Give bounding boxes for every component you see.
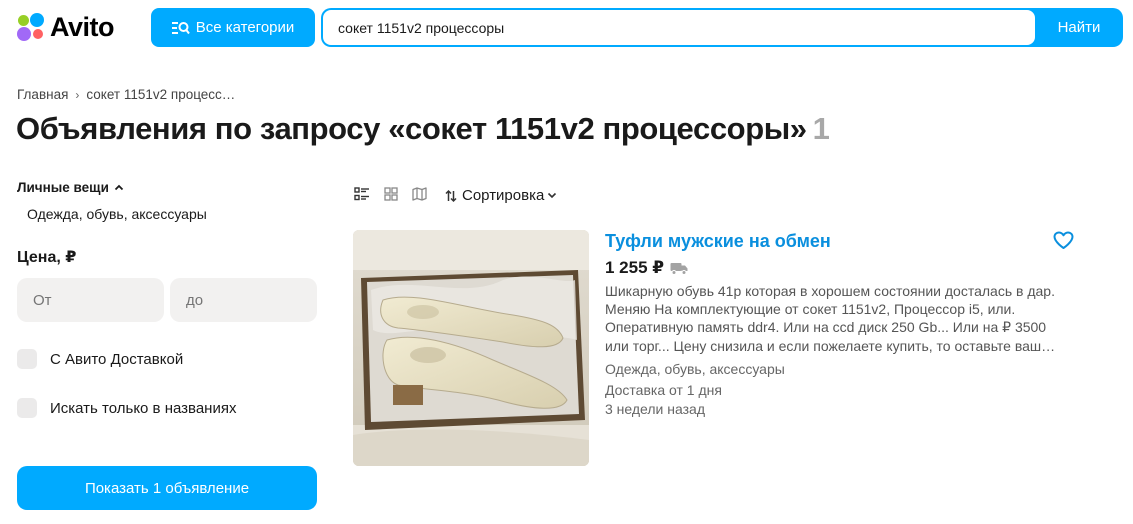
avito-logo[interactable]: Avito xyxy=(16,11,115,42)
description-line: Меняю На комплектующие от сокет 1151v2, … xyxy=(605,301,1016,318)
description-line: Шикарную обувь 41р которая в хорошем сос… xyxy=(605,283,1055,299)
filter-subcategory[interactable]: Одежда, обувь, аксессуары xyxy=(27,206,207,222)
avito-delivery-checkbox[interactable]: С Авито Доставкой xyxy=(17,349,183,369)
sort-arrows-icon xyxy=(445,189,457,203)
chevron-down-icon xyxy=(547,192,557,199)
price-from-input[interactable] xyxy=(17,278,164,322)
price-label: Цена, ₽ xyxy=(17,249,77,266)
delivery-truck-icon xyxy=(670,262,688,275)
categories-search-icon xyxy=(171,21,190,35)
map-view-icon[interactable] xyxy=(412,187,427,201)
listing-title[interactable]: Туфли мужские на обмен xyxy=(605,231,831,252)
search-bar: Найти xyxy=(321,8,1123,47)
listing-photo[interactable] xyxy=(353,230,589,466)
page-title-text: Объявления по запросу «сокет 1151v2 проц… xyxy=(16,111,807,146)
all-categories-label: Все категории xyxy=(195,19,295,36)
title-only-checkbox[interactable]: Искать только в названиях xyxy=(17,398,236,418)
page-title: Объявления по запросу «сокет 1151v2 проц… xyxy=(16,111,830,147)
show-results-button[interactable]: Показать 1 объявление xyxy=(17,466,317,510)
breadcrumb-current: сокет 1151v2 процесс… xyxy=(86,87,236,102)
listing-delivery: Доставка от 1 дня xyxy=(605,382,722,398)
logo-dots-icon xyxy=(16,12,46,42)
chevron-up-icon xyxy=(114,184,124,191)
list-view-icon[interactable] xyxy=(354,187,370,201)
checkbox-box[interactable] xyxy=(17,398,37,418)
listing-price: 1 255 ₽ xyxy=(605,258,688,278)
breadcrumb: Главная › сокет 1151v2 процесс… xyxy=(17,87,235,102)
search-button[interactable]: Найти xyxy=(1035,8,1123,47)
avito-delivery-label: С Авито Доставкой xyxy=(50,350,184,368)
listing-posted-time: 3 недели назад xyxy=(605,401,705,417)
filter-category[interactable]: Личные вещи xyxy=(17,180,124,195)
logo-text: Avito xyxy=(50,11,115,42)
filter-category-label: Личные вещи xyxy=(17,180,109,195)
listing-category: Одежда, обувь, аксессуары xyxy=(605,361,785,377)
price-to-input[interactable] xyxy=(170,278,317,322)
breadcrumb-home[interactable]: Главная xyxy=(17,87,68,102)
all-categories-button[interactable]: Все категории xyxy=(151,8,315,47)
results-count: 1 xyxy=(812,111,830,146)
sort-dropdown[interactable]: Сортировка xyxy=(445,187,557,204)
title-only-label: Искать только в названиях xyxy=(50,399,237,417)
search-input[interactable] xyxy=(323,10,1035,45)
checkbox-box[interactable] xyxy=(17,349,37,369)
listing-description: Шикарную обувь 41р которая в хорошем сос… xyxy=(605,282,1071,355)
favorite-heart-icon[interactable] xyxy=(1053,231,1074,250)
sort-label: Сортировка xyxy=(462,187,545,204)
breadcrumb-separator-icon: › xyxy=(75,87,80,102)
grid-view-icon[interactable] xyxy=(384,187,398,201)
listing-price-value: 1 255 ₽ xyxy=(605,258,665,277)
view-mode-switcher xyxy=(354,187,427,201)
description-line: или торг... Цену снизила и если пожелает… xyxy=(605,337,1056,354)
description-line: Оперативную память ddr4. Или на ccd диск… xyxy=(605,319,1047,336)
